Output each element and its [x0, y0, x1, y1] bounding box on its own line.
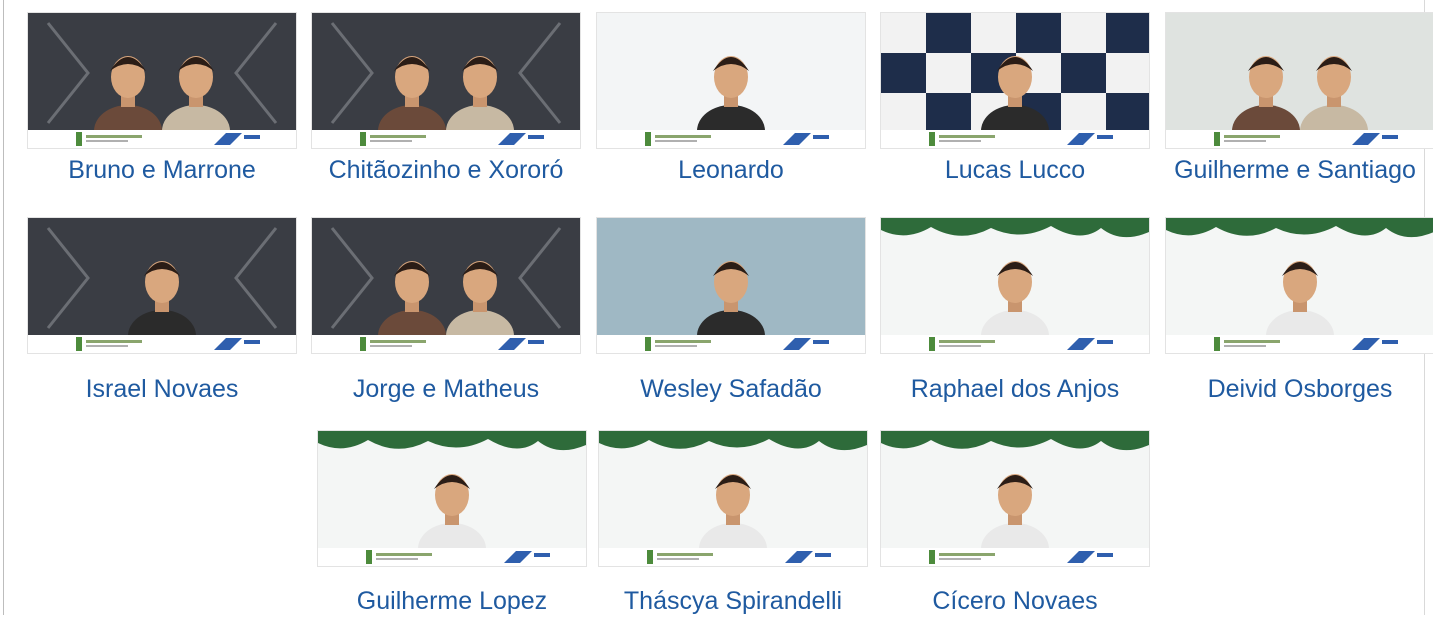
- video-thumbnail-icon[interactable]: [598, 430, 868, 567]
- video-thumbnail-icon[interactable]: [1165, 217, 1433, 354]
- video-title[interactable]: Cícero Novaes: [870, 586, 1160, 616]
- video-card-guilherme-lopez[interactable]: Guilherme Lopez: [317, 430, 587, 626]
- video-card-deivid-osborges[interactable]: Deivid Osborges: [1165, 217, 1433, 413]
- video-thumbnail-icon[interactable]: [311, 12, 581, 149]
- video-title[interactable]: Leonardo: [586, 155, 876, 185]
- video-card-wesley-safadao[interactable]: Wesley Safadão: [596, 217, 866, 413]
- video-card-jorge-e-matheus[interactable]: Jorge e Matheus: [311, 217, 581, 413]
- video-title[interactable]: Bruno e Marrone: [17, 155, 307, 185]
- video-card-chitaozinho-e-xororo[interactable]: Chitãozinho e Xororó: [311, 12, 581, 208]
- video-title[interactable]: Guilherme e Santiago: [1153, 155, 1433, 185]
- video-title[interactable]: Lucas Lucco: [870, 155, 1160, 185]
- video-card-israel-novaes[interactable]: Israel Novaes: [27, 217, 297, 413]
- video-thumbnail-icon[interactable]: [880, 12, 1150, 149]
- video-thumbnail-icon[interactable]: [596, 12, 866, 149]
- video-title[interactable]: Raphael dos Anjos: [870, 374, 1160, 404]
- video-title[interactable]: Wesley Safadão: [586, 374, 876, 404]
- video-card-cicero-novaes[interactable]: Cícero Novaes: [880, 430, 1150, 626]
- video-thumbnail-icon[interactable]: [27, 217, 297, 354]
- video-title[interactable]: Jorge e Matheus: [301, 374, 591, 404]
- video-thumbnail-icon[interactable]: [596, 217, 866, 354]
- video-title[interactable]: Deivid Osborges: [1155, 374, 1433, 404]
- video-title[interactable]: Chitãozinho e Xororó: [301, 155, 591, 185]
- video-thumbnail-icon[interactable]: [880, 430, 1150, 567]
- video-thumbnail-icon[interactable]: [317, 430, 587, 567]
- video-title[interactable]: Israel Novaes: [17, 374, 307, 404]
- video-card-guilherme-e-santiago[interactable]: Guilherme e Santiago: [1165, 12, 1433, 208]
- video-title[interactable]: Guilherme Lopez: [307, 586, 597, 616]
- video-title[interactable]: Tháscya Spirandelli: [588, 586, 878, 616]
- video-thumbnail-icon[interactable]: [1165, 12, 1433, 149]
- video-card-thascya-spirandelli[interactable]: Tháscya Spirandelli: [598, 430, 868, 626]
- video-card-bruno-e-marrone[interactable]: Bruno e Marrone: [27, 12, 297, 208]
- video-card-lucas-lucco[interactable]: Lucas Lucco: [880, 12, 1150, 208]
- video-thumbnail-icon[interactable]: [27, 12, 297, 149]
- video-card-raphael-dos-anjos[interactable]: Raphael dos Anjos: [880, 217, 1150, 413]
- video-card-leonardo[interactable]: Leonardo: [596, 12, 866, 208]
- video-gallery: Bruno e Marrone Chitãozinho e Xororó Leo…: [0, 0, 1433, 615]
- video-thumbnail-icon[interactable]: [311, 217, 581, 354]
- video-thumbnail-icon[interactable]: [880, 217, 1150, 354]
